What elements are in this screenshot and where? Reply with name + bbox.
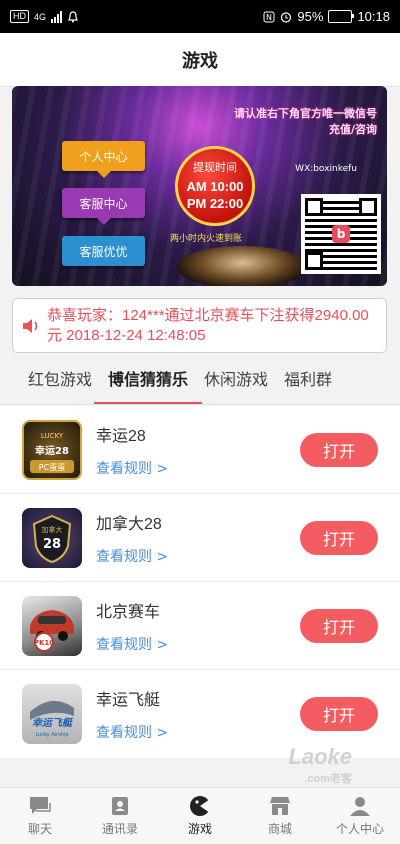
open-button[interactable]: 打开 [300,520,378,555]
watermark-main: Laoke [288,744,352,769]
tab-red-packet-games[interactable]: 红包游戏 [0,357,108,404]
lucky-airship-icon-sub: Lucky Airship [35,732,68,738]
chat-icon [30,797,51,814]
game-row-beijing-racing[interactable]: PK10 北京赛车 查看规则 > 打开 [0,582,400,670]
lucky28-icon-sub: PC蛋蛋 [39,463,65,472]
profile-icon [350,797,370,816]
lucky28-icon-text: 幸运28 [35,444,69,457]
lucky28-icon: LUCKY 幸运28 PC蛋蛋 [22,419,82,480]
lucky-airship-icon-text: 幸运飞艇 [32,717,74,729]
beijing-racing-icon: PK10 [22,595,82,656]
canada28-icon: 加拿大 28 [22,507,82,568]
speaker-icon [23,318,38,333]
open-button[interactable]: 打开 [300,697,378,731]
view-rules-link[interactable]: 查看规则 > [96,546,300,566]
banner-note: 两小时内火速到账 [170,234,243,244]
tab-casual-games[interactable]: 休闲游戏 [204,357,284,404]
clock-title: 提现时间 [193,162,237,174]
banner-service-youyou-button[interactable]: 客服优优 [62,236,145,266]
view-rules-link[interactable]: 查看规则 > [96,722,300,742]
contacts-icon [112,797,128,815]
notification-bell-icon [68,10,78,22]
nav-item-chat[interactable]: 聊天 [0,788,80,844]
shop-icon [270,797,290,815]
beijing-racing-icon-text: PK10 [34,639,54,647]
hd-indicator: HD [10,10,29,23]
view-rules-link[interactable]: 查看规则 > [96,458,300,478]
banner-service-center-button[interactable]: 客服中心 [62,188,145,225]
nav-item-contacts[interactable]: 通讯录 [80,788,160,844]
banner-notice-line2: 充值/咨询 [328,123,377,136]
bottom-nav: 聊天 通讯录 游戏 商城 个人中心 [0,787,400,844]
banner-wechat-id: WX:boxinkefu [295,164,357,174]
nav-item-profile[interactable]: 个人中心 [320,788,400,844]
notice-text: 恭喜玩家：124***通过北京赛车下注获得2940.00元 2018-12-24… [47,306,369,344]
category-tabs: 红包游戏 博信猜猜乐 休闲游戏 福利群 [0,357,400,405]
game-icon [190,796,210,816]
watermark-sub: .com老客 [304,773,352,785]
game-list: LUCKY 幸运28 PC蛋蛋 幸运28 查看规则 > 打开 加拿大 28 加拿… [0,406,400,758]
clock-pm: PM 22:00 [186,196,244,211]
open-button[interactable]: 打开 [300,432,378,467]
roulette-wheel-image [177,246,307,286]
nfc-icon: N [263,11,275,22]
winner-notice: 恭喜玩家：124***通过北京赛车下注获得2940.00元 2018-12-24… [12,298,387,353]
nav-label: 游戏 [187,822,212,836]
page-header: 游戏 [0,33,400,87]
canada28-icon-top: 加拿大 [42,525,63,534]
svg-text:N: N [266,13,272,22]
battery-icon [328,10,355,23]
nav-item-games[interactable]: 游戏 [160,788,240,844]
status-bar: HD 4G N 95% 10:18 [0,0,400,33]
banner-personal-center-button[interactable]: 个人中心 [62,141,145,178]
qr-code: b [301,194,381,274]
game-name: 幸运28 [96,427,146,445]
nav-label: 通讯录 [101,822,138,836]
nav-item-shop[interactable]: 商城 [240,788,320,844]
clock-time: 10:18 [357,9,390,24]
nav-label: 个人中心 [335,822,384,836]
page-title: 游戏 [182,50,218,72]
nav-label: 聊天 [27,822,52,836]
tab-boxin-guess[interactable]: 博信猜猜乐 [94,357,204,404]
game-name: 加拿大28 [96,515,162,533]
game-name: 北京赛车 [96,603,161,621]
alarm-icon [281,11,292,23]
tab-welfare-group[interactable]: 福利群 [284,357,348,404]
game-row-lucky28[interactable]: LUCKY 幸运28 PC蛋蛋 幸运28 查看规则 > 打开 [0,406,400,494]
qr-logo-icon: b [332,225,350,243]
view-rules-link[interactable]: 查看规则 > [96,634,300,654]
clock-am: AM 10:00 [186,179,244,194]
game-name: 幸运飞艇 [96,692,161,709]
banner-notice-line1: 请认准右下角官方唯一微信号 [234,107,377,120]
game-row-canada28[interactable]: 加拿大 28 加拿大28 查看规则 > 打开 [0,494,400,582]
lucky-airship-icon: 幸运飞艇 Lucky Airship [22,684,82,744]
nav-label: 商城 [267,822,292,836]
battery-percent: 95% [297,9,324,24]
canada28-icon-text: 28 [43,537,61,552]
withdraw-time-clock: 提现时间 AM 10:00 PM 22:00 [175,146,255,226]
lucky28-icon-top: LUCKY [41,432,64,440]
promo-banner[interactable]: 请认准右下角官方唯一微信号 充值/咨询 WX:boxinkefu 个人中心 客服… [12,86,387,286]
watermark-logo: Laoke .com老客 [288,744,352,786]
network-type: 4G [34,11,47,22]
banner-notice: 请认准右下角官方唯一微信号 充值/咨询 [234,106,377,138]
open-button[interactable]: 打开 [300,608,378,643]
signal-icon [51,10,63,23]
